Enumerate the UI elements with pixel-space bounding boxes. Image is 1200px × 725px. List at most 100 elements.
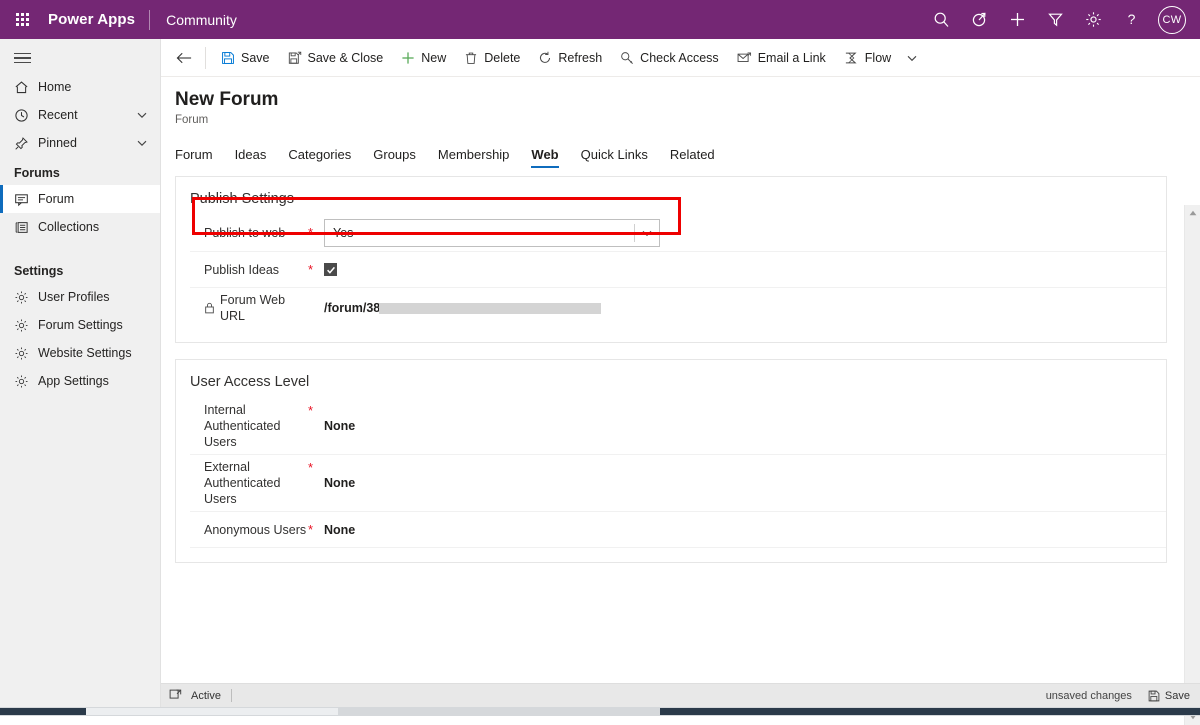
external-authenticated-users-value[interactable]: None: [324, 476, 1166, 490]
sidebar-item-collections[interactable]: Collections: [0, 213, 160, 241]
scrollbar-thumb-left[interactable]: [0, 708, 86, 715]
delete-button-label: Delete: [484, 51, 520, 65]
required-indicator: *: [308, 525, 324, 535]
chevron-down-icon[interactable]: [136, 109, 152, 121]
sidebar-item-forum-settings[interactable]: Forum Settings: [0, 311, 160, 339]
expand-icon[interactable]: [161, 689, 189, 702]
hamburger-icon: [14, 50, 31, 67]
chevron-down-icon[interactable]: [635, 227, 659, 239]
tab-quick-links[interactable]: Quick Links: [581, 147, 660, 168]
forum-web-url-value: /forum/38: [324, 301, 1166, 315]
user-access-level-section: User Access Level Internal Authenticated…: [175, 359, 1167, 563]
refresh-icon: [538, 51, 552, 65]
sidebar-item-app-settings[interactable]: App Settings: [0, 367, 160, 395]
required-indicator: *: [308, 265, 324, 275]
tab-related[interactable]: Related: [670, 147, 727, 168]
help-icon[interactable]: ?: [1112, 0, 1150, 39]
anonymous-users-value[interactable]: None: [324, 523, 1166, 537]
scrollbar-thumb-main[interactable]: [660, 708, 1200, 715]
sidebar-item-user-profiles[interactable]: User Profiles: [0, 283, 160, 311]
publish-to-web-dropdown[interactable]: Yes: [324, 219, 660, 247]
sidebar-item-pinned[interactable]: Pinned: [0, 129, 160, 157]
avatar[interactable]: CW: [1158, 6, 1186, 34]
home-icon: [14, 80, 36, 95]
sidebar-item-label: Recent: [36, 108, 136, 122]
command-divider: [205, 47, 206, 69]
internal-authenticated-users-label: Internal Authenticated Users: [190, 402, 308, 450]
field-row-publish-to-web: Publish to web * Yes: [190, 215, 1166, 252]
sidebar-item-label: App Settings: [36, 374, 152, 388]
page-horizontal-scrollbar[interactable]: [0, 707, 1200, 716]
tab-ideas[interactable]: Ideas: [235, 147, 279, 168]
publish-settings-section: Publish Settings Publish to web * Yes: [175, 176, 1167, 343]
publish-to-web-label: Publish to web: [190, 225, 308, 241]
app-name-label[interactable]: Community: [150, 12, 237, 28]
form-body: Publish Settings Publish to web * Yes: [161, 176, 1200, 698]
publish-to-web-selected-value: Yes: [325, 226, 634, 240]
sidebar-item-home[interactable]: Home: [0, 73, 160, 101]
email-a-link-button-label: Email a Link: [758, 51, 826, 65]
field-row-publish-ideas: Publish Ideas *: [190, 252, 1166, 288]
publish-ideas-value: [324, 263, 1166, 276]
form-tab-list: Forum Ideas Categories Groups Membership…: [161, 138, 1200, 168]
save-button[interactable]: Save: [212, 43, 279, 73]
new-button[interactable]: New: [392, 43, 455, 73]
refresh-button[interactable]: Refresh: [529, 43, 611, 73]
record-entity-label: Forum: [175, 114, 1200, 126]
filter-icon[interactable]: [1036, 0, 1074, 39]
forum-web-url-label-text: Forum Web URL: [220, 292, 308, 324]
lock-icon: [204, 302, 215, 314]
flow-button[interactable]: Flow: [835, 43, 900, 73]
gear-icon: [14, 374, 36, 389]
svg-text:?: ?: [1127, 11, 1135, 27]
tab-forum[interactable]: Forum: [175, 147, 225, 168]
plus-icon[interactable]: [998, 0, 1036, 39]
back-button[interactable]: [169, 43, 199, 73]
email-a-link-button[interactable]: Email a Link: [728, 43, 835, 73]
tab-membership[interactable]: Membership: [438, 147, 522, 168]
publish-ideas-label: Publish Ideas: [190, 262, 308, 278]
sidebar-item-forum[interactable]: Forum: [0, 185, 160, 213]
chevron-down-icon[interactable]: [136, 137, 152, 149]
save-button-label: Save: [241, 51, 270, 65]
sidebar-item-label: User Profiles: [36, 290, 152, 304]
anonymous-users-label: Anonymous Users: [190, 522, 308, 538]
form-vertical-scrollbar[interactable]: [1184, 205, 1200, 725]
record-status-label: Active: [189, 690, 231, 702]
redacted-url-suffix: [379, 303, 601, 314]
external-authenticated-users-text: None: [324, 476, 355, 490]
brand-title[interactable]: Power Apps: [44, 11, 149, 28]
record-header: New Forum Forum: [161, 77, 1200, 126]
command-overflow-chevron-down-icon[interactable]: [900, 43, 924, 73]
publish-ideas-checkbox[interactable]: [324, 263, 337, 276]
unsaved-changes-label: unsaved changes: [1046, 690, 1132, 702]
page-title: New Forum: [175, 89, 1200, 111]
gear-icon: [14, 290, 36, 305]
sidebar-item-website-settings[interactable]: Website Settings: [0, 339, 160, 367]
refresh-button-label: Refresh: [558, 51, 602, 65]
delete-button[interactable]: Delete: [455, 43, 529, 73]
forum-web-url-label: Forum Web URL: [190, 292, 308, 324]
sidebar-item-recent[interactable]: Recent: [0, 101, 160, 129]
sidebar-toggle-button[interactable]: [0, 43, 160, 73]
external-authenticated-users-label: External Authenticated Users: [190, 459, 308, 507]
save-close-icon: [288, 51, 302, 65]
status-save-button[interactable]: Save: [1148, 690, 1190, 702]
save-and-close-button[interactable]: Save & Close: [279, 43, 393, 73]
diagnostics-icon[interactable]: [960, 0, 998, 39]
tab-categories[interactable]: Categories: [288, 147, 363, 168]
flow-button-label: Flow: [865, 51, 891, 65]
gear-icon[interactable]: [1074, 0, 1112, 39]
publish-settings-title: Publish Settings: [176, 187, 1166, 215]
tab-groups[interactable]: Groups: [373, 147, 428, 168]
scroll-up-icon[interactable]: [1185, 205, 1200, 221]
top-app-bar: Power Apps Community: [0, 0, 1200, 39]
internal-authenticated-users-value[interactable]: None: [324, 419, 1166, 433]
app-launcher-button[interactable]: [0, 0, 44, 39]
check-access-button[interactable]: Check Access: [611, 43, 728, 73]
tab-web[interactable]: Web: [531, 147, 570, 168]
command-bar: Save Save & Close New: [161, 39, 1200, 77]
sidebar: Home Recent Pinned For: [0, 39, 161, 716]
search-icon[interactable]: [922, 0, 960, 39]
trash-icon: [464, 51, 478, 65]
